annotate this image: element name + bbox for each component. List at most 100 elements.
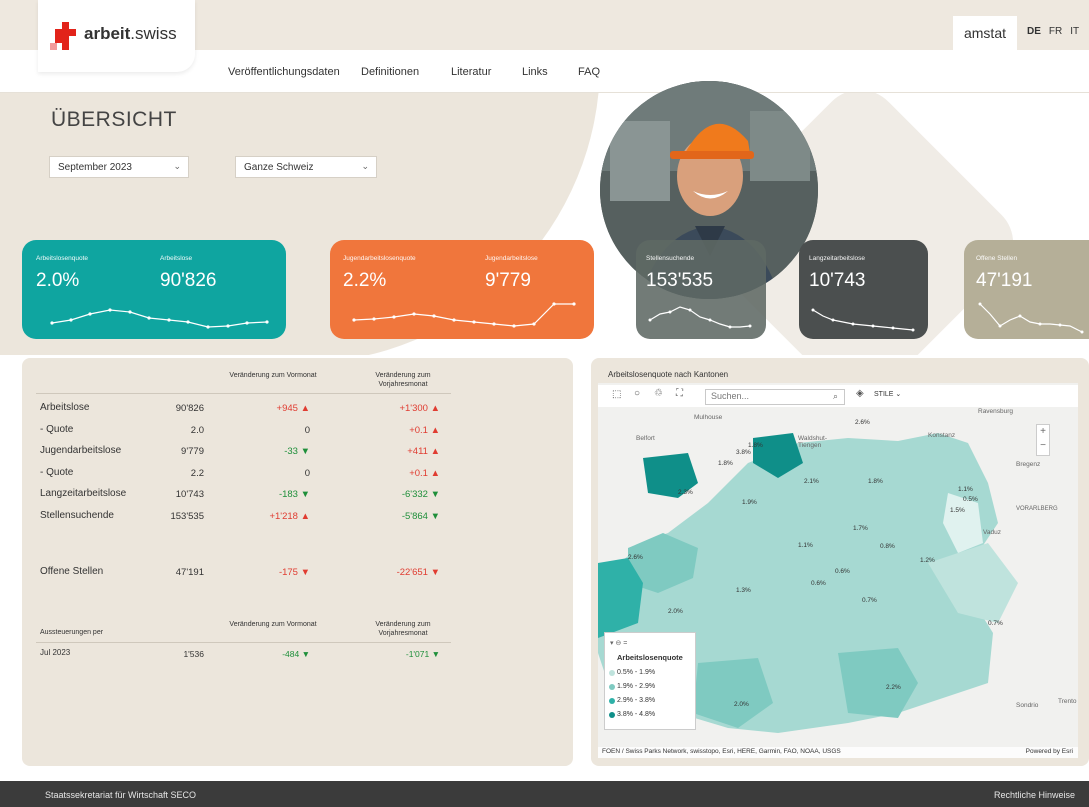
kpi-card-langzeitarbeitslose[interactable]: Langzeitarbeitslose 10'743 [799, 240, 928, 339]
nav-links[interactable]: Links [522, 66, 548, 78]
map-label: 0.5% [963, 496, 978, 503]
row-label: Stellensuchende [40, 510, 114, 521]
logo-icon [50, 22, 76, 50]
clear-selection-icon[interactable]: ⛶ [676, 388, 683, 399]
lang-fr[interactable]: FR [1049, 26, 1062, 37]
map-label: 2.2% [886, 684, 901, 691]
footer-legal-link[interactable]: Rechtliche Hinweise [994, 790, 1075, 800]
chevron-down-icon: ⌄ [361, 161, 369, 171]
amstat-link[interactable]: amstat [953, 16, 1017, 50]
map-legend: ▾ ⊖ = Arbeitslosenquote 0.5% - 1.9% 1.9%… [604, 632, 696, 730]
city-label: Mulhouse [694, 414, 723, 421]
row-change-year: -22'651 ▼ [396, 567, 440, 578]
col-header-vorjahresmonat: Veränderung zum Vorjahresmonat [375, 372, 431, 388]
search-icon[interactable]: ⌕ [833, 391, 838, 402]
footer: Staatssekretariat für Wirtschaft SECO Re… [0, 781, 1089, 807]
language-switcher: DE FR IT [1027, 26, 1087, 37]
col-header-vormonat: Veränderung zum Vormonat [229, 372, 317, 379]
city-label: Vaduz [983, 529, 1001, 536]
map-title: Arbeitslosenquote nach Kantonen [608, 370, 729, 379]
row-change-month: -33 ▼ [284, 446, 310, 457]
select-rectangle-icon[interactable]: ⬚ [612, 389, 621, 400]
kpi-card-stellensuchende[interactable]: Stellensuchende 153'535 [636, 240, 766, 339]
map-attribution: FOEN / Swiss Parks Network, swisstopo, E… [598, 747, 1078, 758]
row-change-month: 0 [304, 468, 310, 479]
map-label: 0.6% [835, 568, 850, 575]
map-label: 2.0% [734, 701, 749, 708]
row-change-year: +0.1 ▲ [409, 425, 440, 436]
row-label: Langzeitarbeitslose [40, 488, 127, 499]
zoom-control: + − [1036, 424, 1050, 456]
row-value: 47'191 [175, 567, 204, 578]
row-value: 10'743 [175, 489, 204, 500]
map-label: 1.1% [958, 486, 973, 493]
kpi-card-offene-stellen[interactable]: Offene Stellen 47'191 [964, 240, 1089, 339]
row-value: 90'826 [175, 403, 204, 414]
logo[interactable]: arbeit.swiss [38, 0, 195, 72]
map-label: 1.8% [748, 442, 763, 449]
city-label: Konstanz [928, 432, 956, 439]
row-label: Jul 2023 [40, 648, 71, 657]
row-value: 1'536 [183, 649, 204, 659]
kpi-card-arbeitslose[interactable]: Arbeitslosenquote 2.0% Arbeitslose 90'82… [22, 240, 286, 339]
map-label: 1.2% [920, 557, 935, 564]
legend-dot-icon [609, 684, 615, 690]
sparkline [50, 308, 269, 329]
map-label: 1.1% [798, 542, 813, 549]
row-change-year: +1'300 ▲ [399, 403, 440, 414]
row-value: 2.2 [190, 468, 204, 479]
kpi-card-jugendarbeitslose[interactable]: Jugendarbeitslosenquote 2.2% Jugendarbei… [330, 240, 594, 339]
map-label: 0.6% [811, 580, 826, 587]
footer-seco-link[interactable]: Staatssekretariat für Wirtschaft SECO [45, 790, 196, 800]
city-label: Sondrio [1016, 702, 1039, 709]
style-button[interactable]: STILE ⌄ [874, 390, 901, 398]
select-circle-icon[interactable]: ○ [634, 388, 640, 399]
map-label: 2.1% [804, 478, 819, 485]
col-header-vorjahresmonat: Veränderung zum Vorjahresmonat [375, 621, 431, 637]
nav-faq[interactable]: FAQ [578, 66, 600, 78]
map-label: 1.3% [736, 587, 751, 594]
layers-icon[interactable]: ◈ [856, 388, 864, 399]
row-label: Jugendarbeitslose [40, 445, 122, 456]
table-divider [36, 393, 451, 394]
row-change-year: +411 ▲ [407, 446, 440, 457]
row-change-month: -175 ▼ [278, 567, 310, 578]
row-value: 153'535 [170, 511, 204, 522]
row-change-month: -183 ▼ [278, 489, 310, 500]
nav-veroeffentlichungsdaten[interactable]: Veröffentlichungsdaten [228, 66, 340, 78]
region-select[interactable]: Ganze Schweiz ⌄ [235, 156, 377, 178]
row-change-year: -6'332 ▼ [401, 489, 440, 500]
stats-table-panel [22, 358, 573, 766]
row-change-month: -484 ▼ [282, 649, 310, 659]
powered-by-esri[interactable]: Powered by Esri [1026, 748, 1073, 755]
nav-literatur[interactable]: Literatur [451, 66, 491, 78]
map-search-input[interactable]: Suchen... ⌕ [705, 389, 845, 405]
row-value: 2.0 [190, 425, 204, 436]
zoom-in-button[interactable]: + [1037, 425, 1049, 439]
map-label: 1.8% [868, 478, 883, 485]
city-label: Waldshut-Tiengen [798, 435, 828, 449]
row-label: - Quote [40, 424, 74, 435]
row-label: - Quote [40, 467, 74, 478]
map-label: 1.8% [718, 460, 733, 467]
zoom-out-button[interactable]: − [1037, 439, 1049, 453]
legend-dot-icon [609, 670, 615, 676]
aussteuerungen-label: Aussteuerungen per [40, 629, 104, 636]
lang-de[interactable]: DE [1027, 26, 1041, 37]
col-header-vormonat: Veränderung zum Vormonat [229, 621, 317, 628]
sparkline [648, 306, 752, 329]
city-label: Belfort [636, 435, 655, 442]
legend-item: 0.5% - 1.9% [609, 669, 655, 676]
legend-toggle-icon[interactable]: ▾ ⊖ = [610, 639, 627, 647]
row-label: Offene Stellen [40, 566, 104, 577]
lang-it[interactable]: IT [1070, 26, 1079, 37]
nav-definitionen[interactable]: Definitionen [361, 66, 419, 78]
legend-item: 3.8% - 4.8% [609, 711, 655, 718]
select-lasso-icon[interactable]: ♲ [654, 388, 663, 399]
legend-title: Arbeitslosenquote [617, 653, 683, 662]
map-label: 2.3% [678, 489, 693, 496]
row-value: 9'779 [181, 446, 204, 457]
month-select[interactable]: September 2023 ⌄ [49, 156, 189, 178]
map-label: 2.6% [855, 419, 870, 426]
row-label: Arbeitslose [40, 402, 90, 413]
